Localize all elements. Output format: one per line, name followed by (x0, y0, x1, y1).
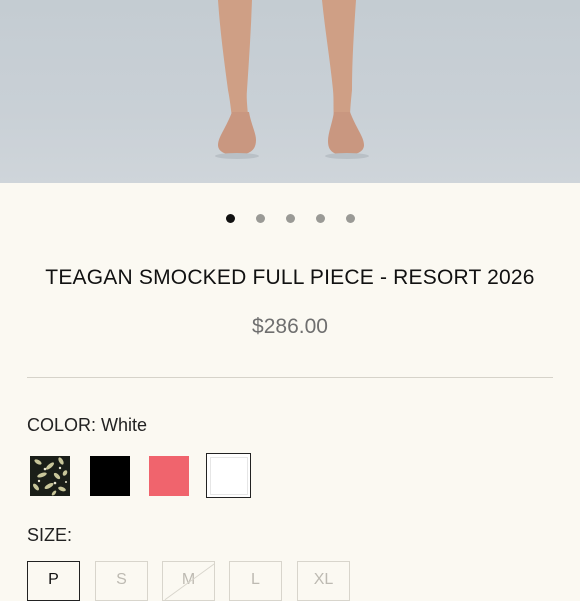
size-button-m-unavailable[interactable]: M (162, 561, 215, 601)
gallery-dot-4[interactable] (315, 214, 325, 223)
gallery-dot-5[interactable] (345, 214, 355, 223)
gallery-dot-2[interactable] (255, 214, 265, 223)
size-button-l[interactable]: L (229, 561, 282, 601)
gallery-dot-3[interactable] (285, 214, 295, 223)
size-button-p[interactable]: P (27, 561, 80, 601)
swatch-black[interactable] (90, 456, 130, 496)
unavailable-slash (164, 562, 214, 600)
swatch-print[interactable] (30, 456, 70, 496)
size-button-s[interactable]: S (95, 561, 148, 601)
color-label: COLOR: White (27, 415, 148, 435)
gallery-pagination (0, 214, 580, 223)
divider (27, 377, 553, 378)
gallery-dot-1[interactable] (225, 214, 235, 223)
model-legs-image (215, 0, 369, 159)
product-image[interactable] (0, 0, 580, 183)
swatch-white-fill (210, 457, 248, 495)
swatch-coral[interactable] (149, 456, 189, 496)
product-price: $286.00 (252, 315, 328, 338)
swatch-white-selected[interactable] (206, 453, 251, 498)
size-button-xl[interactable]: XL (297, 561, 350, 601)
floral-print-pattern (30, 456, 70, 496)
size-label: SIZE: (27, 525, 73, 545)
product-title: TEAGAN SMOCKED FULL PIECE - RESORT 2026 (45, 266, 535, 289)
